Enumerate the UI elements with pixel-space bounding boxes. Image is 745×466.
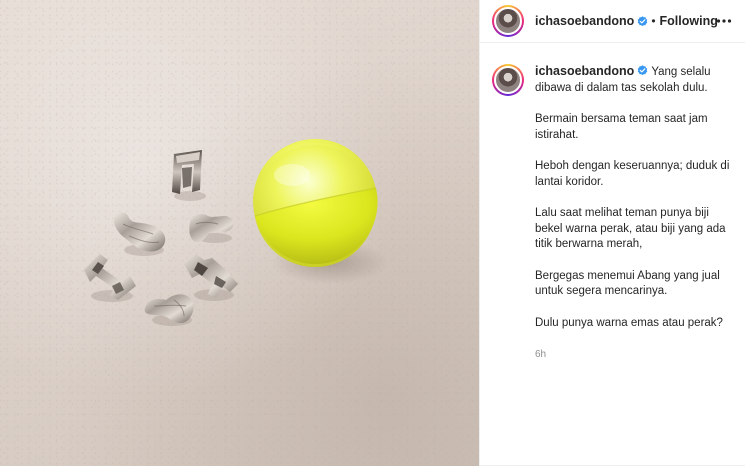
bekel-ball [253, 139, 378, 267]
caption-paragraph: Heboh dengan keseruannya; duduk di lanta… [535, 160, 730, 188]
more-horizontal-icon[interactable] [716, 13, 732, 29]
verified-badge-icon [638, 15, 648, 26]
avatar-image [494, 66, 522, 94]
header-separator: • [651, 14, 656, 28]
instagram-post: ichasoebandono • Following ichasoebandon… [0, 0, 745, 466]
following-button[interactable]: Following [660, 14, 718, 28]
verified-badge-icon [638, 65, 648, 76]
post-photo[interactable] [0, 0, 479, 466]
caption-paragraph: Lalu saat melihat teman punya biji bekel… [535, 207, 726, 250]
caption-username-link[interactable]: ichasoebandono [535, 64, 634, 78]
caption-paragraph: Bergegas menemui Abang yang jual untuk s… [535, 269, 720, 298]
caption-author-avatar[interactable] [492, 64, 524, 96]
post-timestamp[interactable]: 6h [535, 347, 731, 363]
author-avatar[interactable] [492, 5, 524, 37]
bekel-jack-2 [113, 212, 166, 252]
caption-paragraph: Bermain bersama teman saat jam istirahat… [535, 113, 708, 141]
post-header: ichasoebandono • Following [480, 0, 745, 43]
avatar-image [494, 7, 522, 35]
photo-illustration [84, 139, 388, 326]
caption-body: ichasoebandono Yang selalu dibawa di dal… [535, 64, 731, 363]
caption-first-paragraph: ichasoebandono Yang selalu dibawa di dal… [535, 64, 731, 96]
post-sidebar: ichasoebandono • Following ichasoebandon… [479, 0, 745, 466]
author-username-link[interactable]: ichasoebandono [535, 14, 634, 28]
caption-paragraph: Dulu punya warna emas atau perak? [535, 316, 723, 329]
bekel-jack-1 [172, 150, 202, 194]
post-caption: ichasoebandono Yang selalu dibawa di dal… [492, 64, 738, 363]
bekel-jack-5 [184, 254, 238, 298]
